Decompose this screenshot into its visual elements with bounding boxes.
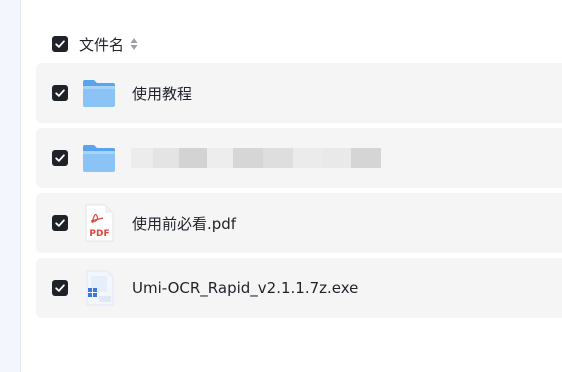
- column-header-filename[interactable]: 文件名: [79, 34, 124, 55]
- file-list-header: 文件名: [36, 28, 562, 60]
- check-icon: [55, 219, 65, 227]
- select-all-checkbox[interactable]: [52, 36, 68, 52]
- file-row[interactable]: 使用教程: [36, 63, 562, 123]
- sidebar-edge: [0, 0, 21, 372]
- row-checkbox[interactable]: [52, 215, 68, 231]
- check-icon: [55, 40, 65, 48]
- file-name[interactable]: 使用前必看.pdf: [132, 213, 236, 234]
- check-icon: [55, 154, 65, 162]
- file-name[interactable]: 使用教程: [132, 83, 192, 104]
- check-icon: [55, 89, 65, 97]
- file-name[interactable]: Umi-OCR_Rapid_v2.1.1.7z.exe: [132, 279, 358, 297]
- folder-icon: [81, 138, 117, 178]
- check-icon: [55, 284, 65, 292]
- redacted-file-name: [131, 147, 431, 169]
- file-row[interactable]: PDF 使用前必看.pdf: [36, 193, 562, 253]
- pdf-file-icon: PDF: [81, 203, 117, 243]
- sort-icon[interactable]: [130, 37, 138, 51]
- file-row[interactable]: [36, 128, 562, 188]
- row-checkbox[interactable]: [52, 150, 68, 166]
- installer-file-icon: [81, 268, 117, 308]
- folder-icon: [81, 73, 117, 113]
- row-checkbox[interactable]: [52, 85, 68, 101]
- row-checkbox[interactable]: [52, 280, 68, 296]
- file-row[interactable]: Umi-OCR_Rapid_v2.1.1.7z.exe: [36, 258, 562, 318]
- svg-text:PDF: PDF: [89, 229, 109, 239]
